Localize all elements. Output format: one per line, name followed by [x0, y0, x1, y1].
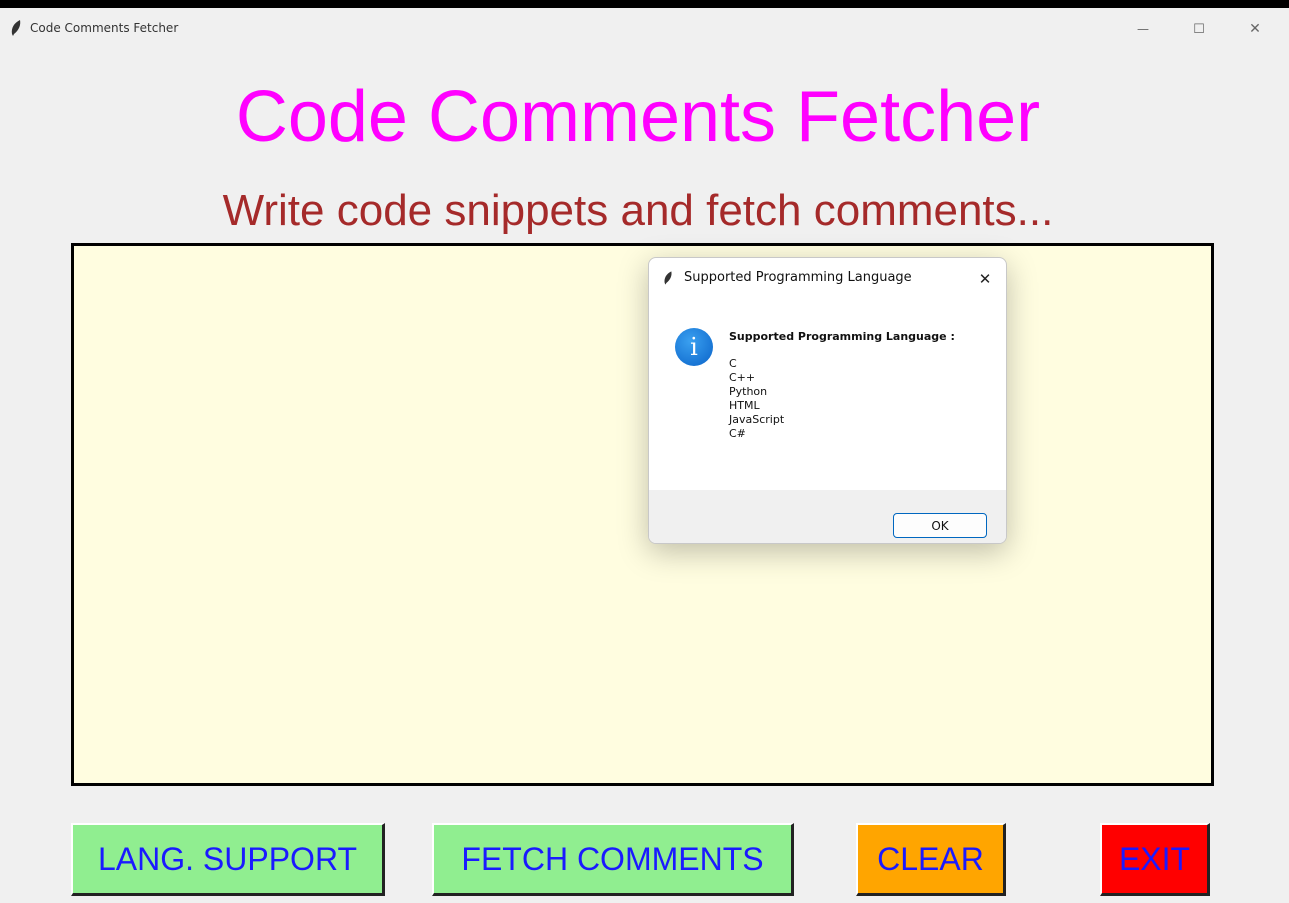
- window-title: Code Comments Fetcher: [30, 21, 179, 35]
- close-button[interactable]: ✕: [1232, 14, 1278, 44]
- dialog-message: Supported Programming Language : C C++ P…: [729, 330, 955, 441]
- dialog-title: Supported Programming Language: [684, 270, 912, 285]
- minimize-button[interactable]: —: [1120, 14, 1166, 44]
- clear-button[interactable]: CLEAR: [856, 823, 1006, 896]
- feather-icon: [664, 271, 672, 285]
- dialog-heading: Supported Programming Language :: [729, 330, 955, 343]
- code-editor[interactable]: [71, 243, 1214, 786]
- info-icon: i: [675, 328, 713, 366]
- close-icon: ✕: [1249, 21, 1261, 37]
- app-subtitle: Write code snippets and fetch comments..…: [222, 186, 1054, 235]
- maximize-icon: ☐: [1193, 21, 1205, 37]
- minimize-icon: —: [1137, 22, 1149, 36]
- dialog-close-button[interactable]: ✕: [974, 268, 996, 290]
- app-window: Code Comments Fetcher — ☐ ✕ Code Comment…: [0, 8, 1289, 903]
- close-icon: ✕: [978, 270, 992, 288]
- language-item: JavaScript: [729, 413, 785, 426]
- feather-icon: [11, 20, 21, 36]
- app-title: Code Comments Fetcher: [235, 77, 1041, 157]
- maximize-button[interactable]: ☐: [1176, 14, 1222, 44]
- language-item: HTML: [729, 399, 760, 412]
- lang-support-button[interactable]: LANG. SUPPORT: [71, 823, 385, 896]
- exit-button[interactable]: EXIT: [1100, 823, 1210, 896]
- language-item: Python: [729, 385, 768, 398]
- language-item: C#: [729, 427, 746, 440]
- fetch-comments-button[interactable]: FETCH COMMENTS: [432, 823, 794, 896]
- language-item: C: [729, 357, 737, 370]
- supported-language-dialog: Supported Programming Language ✕ i Suppo…: [648, 257, 1007, 544]
- title-bar: Code Comments Fetcher — ☐ ✕: [0, 8, 1289, 48]
- ok-button[interactable]: OK: [893, 513, 987, 538]
- language-item: C++: [729, 371, 756, 384]
